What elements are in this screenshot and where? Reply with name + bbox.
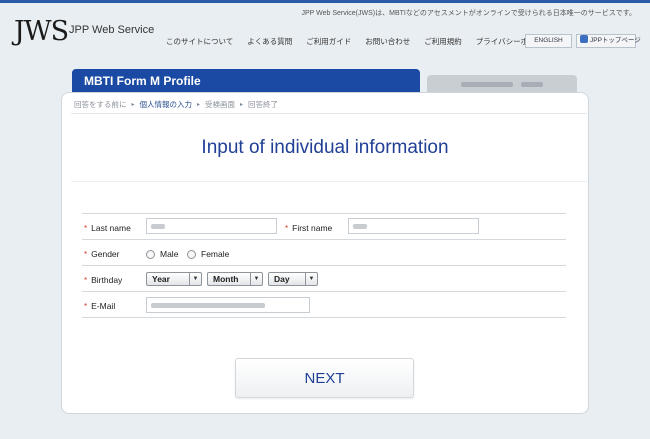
divider (71, 113, 587, 114)
row-divider (82, 291, 566, 292)
birth-year-value: Year (152, 274, 170, 284)
header-nav: このサイトについて よくある質問 ご利用ガイド お問い合わせ ご利用規約 プライ… (166, 36, 565, 47)
nav-terms[interactable]: ご利用規約 (424, 36, 462, 47)
first-name-label: * First name (285, 223, 332, 233)
row-divider (82, 239, 566, 240)
page-title: Input of individual information (201, 137, 449, 158)
dropdown-arrow-icon: ▼ (250, 273, 262, 285)
next-button[interactable]: NEXT (235, 358, 414, 398)
email-input[interactable] (146, 297, 310, 313)
gender-male-radio[interactable] (146, 250, 155, 259)
last-name-label-text: Last name (91, 223, 131, 233)
birth-day-value: Day (274, 274, 290, 284)
email-label-text: E-Mail (91, 301, 116, 311)
crumb-test-screen: 受検画面 (205, 100, 236, 109)
jws-logo[interactable]: JWS (14, 16, 69, 47)
site-header: JWS JPP Web Service JPP Web Service(JWS)… (0, 3, 650, 58)
tab-inactive[interactable] (427, 75, 577, 93)
nav-about[interactable]: このサイトについて (166, 36, 233, 47)
birth-day-select[interactable]: Day ▼ (268, 272, 318, 286)
english-button[interactable]: ENGLISH (525, 34, 572, 48)
chevron-right-icon: ▸ (240, 102, 244, 108)
gender-female-radio[interactable] (187, 250, 196, 259)
birth-month-value: Month (213, 274, 239, 284)
crumb-personal-info: 個人情報の入力 (139, 100, 193, 109)
blurred-tab-text (461, 82, 513, 87)
row-divider (82, 213, 566, 214)
crumb-before-answering: 回答をする前に (74, 100, 127, 109)
chevron-right-icon: ▸ (131, 102, 135, 108)
gender-female-label[interactable]: Female (201, 249, 229, 259)
gender-label: * Gender (84, 249, 119, 259)
required-asterisk: * (84, 302, 88, 311)
birth-month-select[interactable]: Month ▼ (207, 272, 263, 286)
blurred-value (151, 303, 265, 308)
jpp-top-label: JPPトップページ (590, 37, 641, 44)
gender-male-label[interactable]: Male (160, 249, 178, 259)
birthday-label-text: Birthday (91, 275, 123, 285)
crumb-answer-complete: 回答終了 (248, 100, 279, 109)
chevron-right-icon: ▸ (197, 102, 201, 108)
last-name-label: * Last name (84, 223, 131, 233)
required-asterisk: * (285, 224, 289, 233)
breadcrumb: 回答をする前に ▸ 個人情報の入力 ▸ 受検画面 ▸ 回答終了 (74, 99, 278, 110)
site-tagline: JPP Web Service(JWS)は、MBTIなどのアセスメントがオンライ… (301, 10, 636, 17)
gender-label-text: Gender (91, 249, 120, 259)
required-asterisk: * (84, 276, 88, 285)
logo-subtitle: JPP Web Service (69, 24, 155, 36)
last-name-input[interactable] (146, 218, 277, 234)
first-name-label-text: First name (292, 223, 333, 233)
birth-year-select[interactable]: Year ▼ (146, 272, 202, 286)
dropdown-arrow-icon: ▼ (189, 273, 201, 285)
required-asterisk: * (84, 250, 88, 259)
nav-contact[interactable]: お問い合わせ (365, 36, 410, 47)
jpp-top-button[interactable]: JPPトップページ (576, 34, 641, 48)
blurred-tab-text (521, 82, 543, 87)
blurred-value (353, 224, 367, 229)
tab-mbti-profile[interactable]: MBTI Form M Profile (72, 69, 420, 93)
first-name-input[interactable] (348, 218, 479, 234)
jpp-icon (580, 35, 588, 43)
dropdown-arrow-icon: ▼ (305, 273, 317, 285)
row-divider (82, 265, 566, 266)
email-label: * E-Mail (84, 301, 115, 311)
row-divider (82, 317, 566, 318)
nav-faq[interactable]: よくある質問 (247, 36, 292, 47)
birthday-label: * Birthday (84, 275, 122, 285)
required-asterisk: * (84, 224, 88, 233)
blurred-value (151, 224, 165, 229)
divider (71, 181, 587, 182)
nav-guide[interactable]: ご利用ガイド (306, 36, 351, 47)
